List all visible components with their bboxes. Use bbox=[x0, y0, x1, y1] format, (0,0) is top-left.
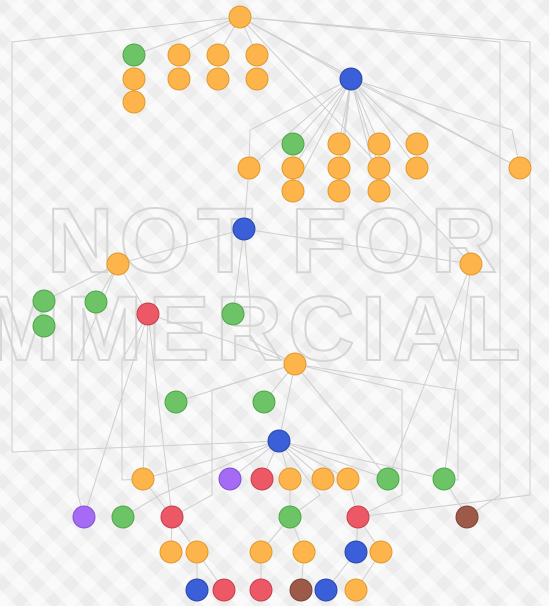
node-red-n49[interactable] bbox=[346, 505, 370, 529]
node-orange-n20[interactable] bbox=[405, 156, 429, 180]
node-orange-n3[interactable] bbox=[167, 43, 191, 67]
node-orange-n51[interactable] bbox=[159, 540, 183, 564]
node-orange-n42[interactable] bbox=[336, 467, 360, 491]
node-orange-n15[interactable] bbox=[405, 132, 429, 156]
edge-n31-n33 bbox=[147, 313, 296, 365]
node-orange-n24[interactable] bbox=[367, 179, 391, 203]
node-green-n30[interactable] bbox=[32, 314, 56, 338]
node-orange-n13[interactable] bbox=[327, 132, 351, 156]
node-red-n59[interactable] bbox=[249, 578, 273, 602]
node-orange-n17[interactable] bbox=[281, 156, 305, 180]
node-orange-n26[interactable] bbox=[106, 252, 130, 276]
node-red-n31[interactable] bbox=[136, 302, 160, 326]
node-green-n12[interactable] bbox=[281, 132, 305, 156]
node-brown-n60[interactable] bbox=[289, 578, 313, 602]
node-orange-n7[interactable] bbox=[167, 67, 191, 91]
node-orange-n41[interactable] bbox=[311, 467, 335, 491]
node-red-n47[interactable] bbox=[160, 505, 184, 529]
node-orange-n9[interactable] bbox=[245, 67, 269, 91]
node-green-n48[interactable] bbox=[278, 505, 302, 529]
node-purple-n45[interactable] bbox=[72, 505, 96, 529]
node-green-n46[interactable] bbox=[111, 505, 135, 529]
node-orange-n19[interactable] bbox=[367, 156, 391, 180]
node-orange-n22[interactable] bbox=[281, 179, 305, 203]
node-orange-n33[interactable] bbox=[283, 352, 307, 376]
edge-n33-n43 bbox=[294, 363, 389, 480]
node-red-n58[interactable] bbox=[212, 578, 236, 602]
node-orange-n62[interactable] bbox=[344, 578, 368, 602]
node-orange-n10[interactable] bbox=[122, 90, 146, 114]
node-purple-n38[interactable] bbox=[218, 467, 242, 491]
node-blue-n57[interactable] bbox=[185, 578, 209, 602]
node-green-n44[interactable] bbox=[432, 467, 456, 491]
node-orange-n16[interactable] bbox=[237, 156, 261, 180]
node-orange-n1[interactable] bbox=[228, 5, 252, 29]
edge-n25-n26 bbox=[117, 228, 245, 265]
node-orange-n5[interactable] bbox=[245, 43, 269, 67]
node-orange-n56[interactable] bbox=[369, 540, 393, 564]
node-green-n43[interactable] bbox=[376, 467, 400, 491]
node-green-n32[interactable] bbox=[221, 302, 245, 326]
node-blue-n25[interactable] bbox=[232, 217, 256, 241]
node-blue-n55[interactable] bbox=[344, 540, 368, 564]
node-orange-n53[interactable] bbox=[249, 540, 273, 564]
node-green-n34[interactable] bbox=[164, 390, 188, 414]
node-green-n35[interactable] bbox=[252, 390, 276, 414]
edge-n25-n32 bbox=[232, 228, 245, 315]
node-orange-n23[interactable] bbox=[327, 179, 351, 203]
node-orange-n4[interactable] bbox=[206, 43, 230, 67]
node-red-n39[interactable] bbox=[250, 467, 274, 491]
node-orange-n21[interactable] bbox=[508, 156, 532, 180]
frame-edge-6 bbox=[243, 228, 296, 365]
frame-edge-9 bbox=[294, 363, 459, 481]
node-orange-n14[interactable] bbox=[367, 132, 391, 156]
edge-n33-n36 bbox=[278, 363, 296, 442]
node-green-n28[interactable] bbox=[32, 289, 56, 313]
node-layer bbox=[32, 5, 532, 602]
node-brown-n50[interactable] bbox=[455, 505, 479, 529]
diagram-canvas: NOT FOR MMERCIAL bbox=[0, 0, 549, 606]
node-orange-n37[interactable] bbox=[131, 467, 155, 491]
edge-n27-n43 bbox=[387, 263, 472, 480]
edge-n1-n27 bbox=[239, 16, 472, 265]
frame-edge-8 bbox=[294, 363, 403, 518]
node-orange-n27[interactable] bbox=[459, 252, 483, 276]
edge-n11-n20 bbox=[350, 78, 418, 169]
node-green-n2[interactable] bbox=[122, 43, 146, 67]
node-blue-n11[interactable] bbox=[339, 67, 363, 91]
node-green-n29[interactable] bbox=[84, 290, 108, 314]
node-orange-n8[interactable] bbox=[206, 67, 230, 91]
edge-n31-n37 bbox=[142, 313, 149, 480]
node-orange-n52[interactable] bbox=[185, 540, 209, 564]
node-orange-n54[interactable] bbox=[292, 540, 316, 564]
node-graph bbox=[11, 5, 532, 602]
node-blue-n61[interactable] bbox=[314, 578, 338, 602]
node-orange-n40[interactable] bbox=[278, 467, 302, 491]
edge-n25-n27 bbox=[243, 228, 472, 265]
node-orange-n6[interactable] bbox=[122, 67, 146, 91]
node-blue-n36[interactable] bbox=[267, 429, 291, 453]
edge-n33-n34 bbox=[175, 363, 296, 403]
node-orange-n18[interactable] bbox=[327, 156, 351, 180]
